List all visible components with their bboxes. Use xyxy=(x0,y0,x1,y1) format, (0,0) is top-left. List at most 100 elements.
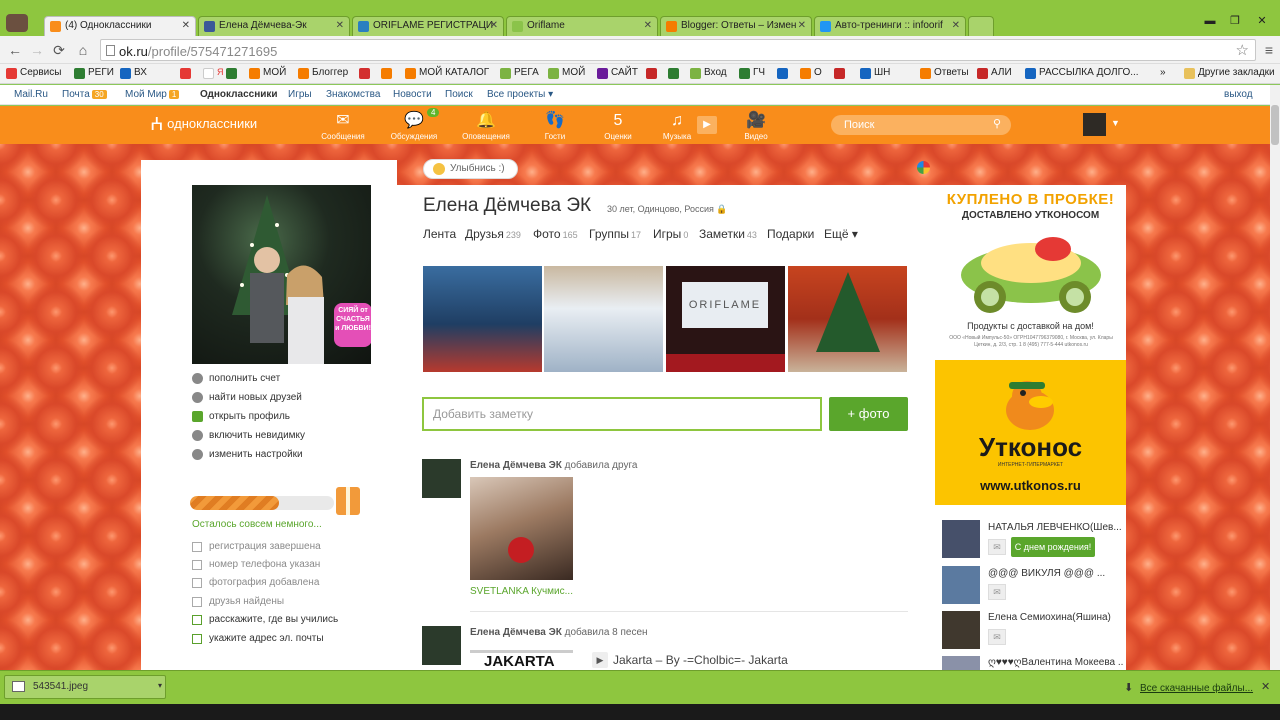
friend-name[interactable]: Елена Семиохина(Яшина) xyxy=(988,612,1123,623)
menu-icon[interactable]: ≡ xyxy=(1260,41,1278,59)
bookmarks-overflow-button[interactable]: » xyxy=(1160,67,1166,78)
settings-link[interactable]: изменить настройки xyxy=(192,449,303,460)
profile-avatar[interactable]: СИЯЙ от СЧАСТЬЯ и ЛЮБВИ! xyxy=(192,185,371,364)
exit-link[interactable]: выход xyxy=(1224,89,1253,100)
album-cover[interactable]: JAKARTA xyxy=(470,650,573,670)
smile-button[interactable]: Улыбнись :) xyxy=(423,159,518,179)
bookmark-item[interactable]: РЕГА xyxy=(500,67,539,79)
checklist-item-education[interactable]: расскажите, где вы учились xyxy=(192,614,338,625)
home-icon[interactable]: ⌂ xyxy=(74,41,92,59)
nav-messages[interactable]: ✉ Сообщения xyxy=(313,112,373,141)
scrollbar-thumb[interactable] xyxy=(1271,105,1279,145)
search-input[interactable]: Поиск ⚲ xyxy=(831,115,1011,135)
news-link[interactable]: Новости xyxy=(393,89,432,100)
url-text[interactable]: ok.ru/profile/575471271695 xyxy=(119,44,277,59)
myworld-link[interactable]: Мой Мир 1 xyxy=(125,89,180,100)
all-projects-link[interactable]: Все проекты ▾ xyxy=(487,89,553,100)
birthday-button[interactable]: С днем рождения! xyxy=(1011,537,1095,557)
bookmark-item[interactable]: МОЙ xyxy=(548,67,585,79)
tab-games[interactable]: Игры 0 xyxy=(653,227,688,241)
search-icon[interactable]: ⚲ xyxy=(993,117,1001,130)
photo-thumbnail[interactable] xyxy=(788,266,907,372)
reload-icon[interactable]: ⟳ xyxy=(50,41,68,59)
tab-friends[interactable]: Друзья 239 xyxy=(465,227,521,241)
play-icon[interactable]: ▶ xyxy=(592,652,608,668)
advertisement-banner[interactable]: КУПЛЕНО В ПРОБКЕ! ДОСТАВЛЕНО УТКОНОСОМ П… xyxy=(935,185,1126,505)
ok-link[interactable]: Одноклассники xyxy=(200,89,278,100)
friend-photo[interactable] xyxy=(470,477,573,580)
bookmark-item[interactable]: ШН xyxy=(860,67,890,79)
page-scrollbar[interactable] xyxy=(1270,85,1280,670)
bookmark-star-icon[interactable]: ☆ xyxy=(1236,41,1249,59)
tab-feed[interactable]: Лента xyxy=(423,227,456,241)
bookmark-item[interactable]: ГЧ xyxy=(739,67,765,79)
feed-author-avatar[interactable] xyxy=(422,459,461,498)
globe-icon[interactable] xyxy=(917,161,930,174)
bookmark-item[interactable]: САЙТ xyxy=(597,67,638,79)
tab-elena[interactable]: Елена Дёмчева-Эк ✕ xyxy=(198,16,350,36)
user-avatar[interactable] xyxy=(1083,113,1106,136)
close-tab-icon[interactable]: ✕ xyxy=(336,20,344,31)
bookmark-item[interactable]: Вход xyxy=(690,67,727,79)
bookmark-item[interactable]: МОЙ КАТАЛОГ xyxy=(405,67,489,79)
close-icon[interactable]: ✕ xyxy=(1261,680,1270,693)
chevron-down-icon[interactable]: ▼ xyxy=(1111,118,1120,128)
download-item[interactable]: 543541.jpeg ▾ xyxy=(4,675,166,699)
bookmark-item[interactable]: Ответы xyxy=(920,67,969,79)
bookmark-item[interactable]: Сервисы xyxy=(6,67,61,79)
feed-author-link[interactable]: Елена Дёмчева ЭК xyxy=(470,460,562,471)
tab-oriflame-reg[interactable]: ORIFLAME РЕГИСТРАЦИ ✕ xyxy=(352,16,504,36)
profile-avatar-icon[interactable] xyxy=(6,14,28,32)
photo-thumbnail[interactable]: ORIFLAME xyxy=(666,266,785,372)
friend-avatar[interactable] xyxy=(942,566,980,604)
chevron-down-icon[interactable]: ▾ xyxy=(158,681,162,690)
bookmark-item[interactable]: РАССЫЛКА ДОЛГО... xyxy=(1025,67,1139,79)
tab-notes[interactable]: Заметки 43 xyxy=(699,227,757,241)
envelope-icon[interactable]: ✉ xyxy=(988,539,1006,555)
tab-groups[interactable]: Группы 17 xyxy=(589,227,641,241)
friend-name[interactable]: @@@ ВИКУЛЯ @@@ ... xyxy=(988,568,1123,579)
friend-name[interactable]: ღ♥♥♥ღВалентина Мокеева ... xyxy=(988,657,1123,668)
music-play-icon[interactable]: ▶ xyxy=(697,116,717,134)
bookmark-item[interactable]: ВХ xyxy=(120,67,147,79)
checkbox-icon[interactable] xyxy=(192,634,202,644)
other-bookmarks-folder[interactable]: Другие закладки xyxy=(1184,67,1275,79)
close-tab-icon[interactable]: ✕ xyxy=(490,20,498,31)
nav-guests[interactable]: 👣 Гости xyxy=(525,112,585,141)
close-tab-icon[interactable]: ✕ xyxy=(182,20,190,31)
search-link[interactable]: Поиск xyxy=(445,89,473,100)
add-photo-button[interactable]: + фото xyxy=(829,397,908,431)
friend-name-link[interactable]: SVETLANKA Кучмис... xyxy=(470,586,573,597)
feed-author-avatar[interactable] xyxy=(422,626,461,665)
ok-logo[interactable]: ⵄ одноклассники xyxy=(150,114,257,135)
close-window-button[interactable]: ✕ xyxy=(1254,14,1270,28)
bookmark-item[interactable]: Блоггер xyxy=(298,67,348,79)
tab-photos[interactable]: Фото 165 xyxy=(533,227,578,241)
mail-link[interactable]: Почта 30 xyxy=(62,89,107,100)
minimize-button[interactable]: ▬ xyxy=(1202,14,1218,28)
back-icon[interactable]: ← xyxy=(6,41,24,59)
song-title[interactable]: Jakarta – By -=Cholbic=- Jakarta xyxy=(613,653,788,667)
dating-link[interactable]: Знакомства xyxy=(326,89,380,100)
find-friends-link[interactable]: найти новых друзей xyxy=(192,392,302,403)
new-tab-button[interactable] xyxy=(968,16,994,36)
bookmark-item[interactable]: МОЙ xyxy=(249,67,286,79)
tab-odnoklassniki[interactable]: (4) Одноклассники ✕ xyxy=(44,16,196,36)
open-profile-link[interactable]: открыть профиль xyxy=(192,411,290,422)
friend-name[interactable]: НАТАЛЬЯ ЛЕВЧЕНКО(Шев... xyxy=(988,522,1123,533)
bookmark-item[interactable]: О xyxy=(800,67,822,79)
photo-thumbnail[interactable] xyxy=(423,266,542,372)
forward-icon[interactable]: → xyxy=(28,41,46,59)
close-tab-icon[interactable]: ✕ xyxy=(798,20,806,31)
bookmark-item[interactable]: Я xyxy=(203,67,224,79)
mailru-link[interactable]: Mail.Ru xyxy=(14,89,48,100)
friend-avatar[interactable] xyxy=(942,611,980,649)
note-input[interactable]: Добавить заметку xyxy=(422,397,822,431)
close-tab-icon[interactable]: ✕ xyxy=(952,20,960,31)
bookmark-item[interactable]: АЛИ xyxy=(977,67,1012,79)
friend-avatar[interactable] xyxy=(942,520,980,558)
feed-author-link[interactable]: Елена Дёмчева ЭК xyxy=(470,627,562,638)
tab-oriflame[interactable]: Oriflame ✕ xyxy=(506,16,658,36)
close-tab-icon[interactable]: ✕ xyxy=(644,20,652,31)
photo-thumbnail[interactable] xyxy=(544,266,663,372)
